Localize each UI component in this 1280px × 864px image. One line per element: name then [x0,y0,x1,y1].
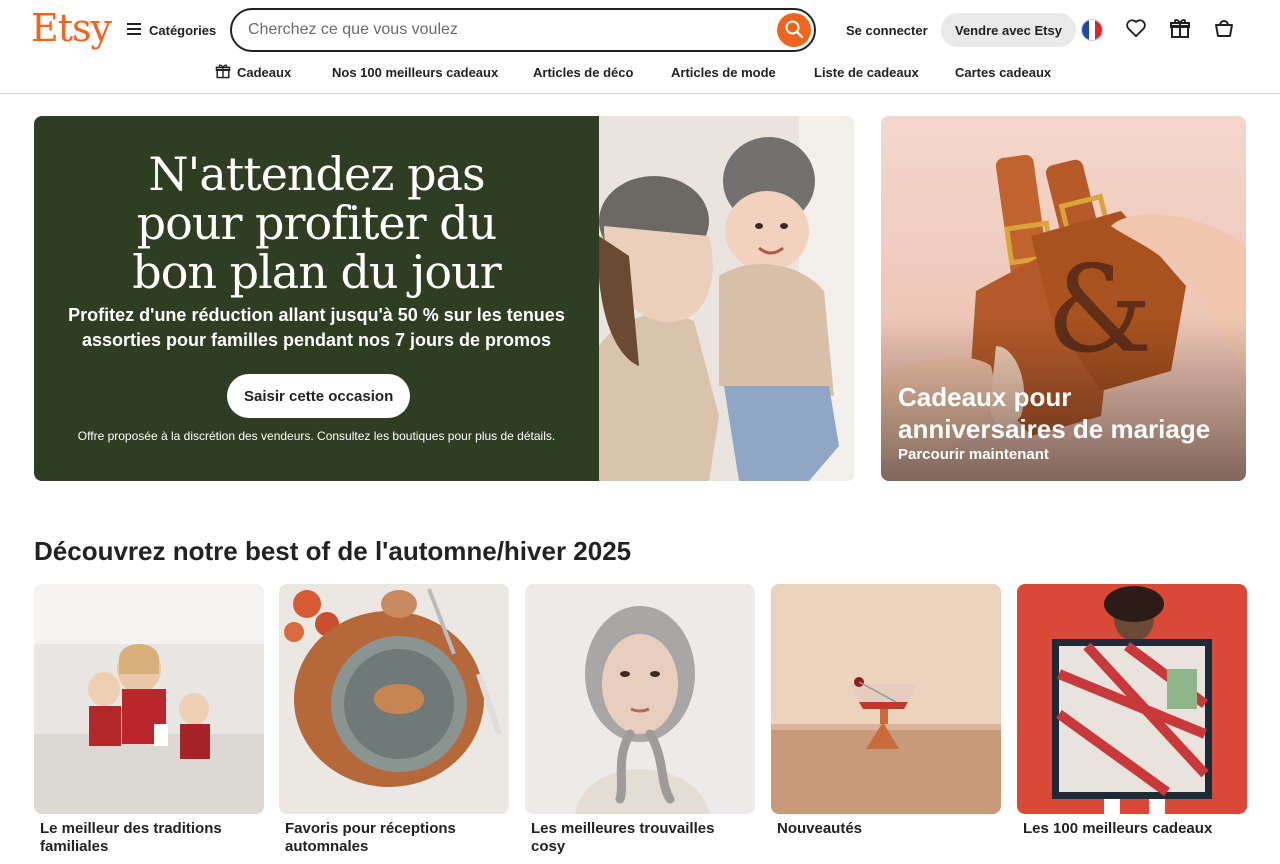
category-card[interactable]: Les 100 meilleurs cadeaux [1017,584,1247,864]
category-card[interactable]: Favoris pour réceptions automnales [279,584,509,864]
categories-button[interactable]: Catégories [126,20,216,40]
subnav-label: Cadeaux [237,64,292,80]
hero-title-line: pour profiter du [136,196,498,250]
subnav-gift-registry[interactable]: Liste de cadeaux [814,62,919,82]
card-label: Favoris pour réceptions automnales [285,820,456,855]
card-image-autumn-table [279,584,509,814]
card-label: Les meilleures trouvailles cosy [531,820,715,855]
card-label: Le meilleur des traditions familiales [40,820,222,855]
section-title: Découvrez notre best of de l'automne/hiv… [34,536,632,566]
search-input[interactable] [248,18,748,42]
sell-button[interactable]: Vendre avec Etsy [941,13,1076,47]
hero-banner[interactable]: N'attendez pas pour profiter du bon plan… [34,116,854,481]
card-image-knit-bonnet [525,584,755,814]
subnav-fashion[interactable]: Articles de mode [671,62,776,82]
hero-photo-mother-child [599,116,854,481]
category-card[interactable]: Les meilleures trouvailles cosy [525,584,755,864]
category-card[interactable]: Nouveautés [771,584,1001,864]
hero-title-line: bon plan du jour [132,245,502,299]
cart-button[interactable] [1210,16,1238,44]
site-header: Etsy Catégories Se connecter Vendre avec… [0,0,1280,94]
card-image-new-arrivals [771,584,1001,814]
subnav-decor[interactable]: Articles de déco [533,62,633,82]
search-bar [230,8,816,52]
card-label: Les 100 meilleurs cadeaux [1023,820,1213,837]
signin-button[interactable]: Se connecter [838,20,936,40]
france-flag-icon [1081,19,1103,41]
gift-icon [1169,17,1191,44]
anniversary-gifts-promo[interactable]: & Cadeaux pour anniversaires de mariage … [881,116,1246,481]
search-button[interactable] [777,13,811,47]
hero-subtitle: Profitez d'une réduction allant jusqu'à … [68,305,565,350]
category-card[interactable]: Le meilleur des traditions familiales [34,584,264,864]
favorites-button[interactable] [1122,16,1150,44]
language-button[interactable] [1078,16,1106,44]
menu-icon [126,22,142,39]
subnav-top-100[interactable]: Nos 100 meilleurs cadeaux [332,62,498,82]
hero-title: N'attendez pas pour profiter du bon plan… [34,150,599,297]
gifts-button[interactable] [1166,16,1194,44]
card-image-family-traditions [34,584,264,814]
promo-browse-link[interactable]: Parcourir maintenant [898,446,1049,463]
subnav-gift-cards[interactable]: Cartes cadeaux [955,62,1051,82]
cart-icon [1213,17,1235,44]
gift-icon [215,63,231,82]
etsy-logo[interactable]: Etsy [31,6,112,50]
categories-label: Catégories [149,22,217,38]
search-icon [784,19,804,42]
subnav-gifts[interactable]: Cadeaux [215,62,291,82]
hero-cta-button[interactable]: Saisir cette occasion [227,374,411,418]
hero-title-line: N'attendez pas [148,147,485,201]
hero-disclaimer: Offre proposée à la discrétion des vende… [77,429,556,443]
promo-title: Cadeaux pour anniversaires de mariage [898,382,1211,444]
heart-icon [1125,18,1147,43]
card-label: Nouveautés [777,820,863,837]
card-image-top-100-gifts [1017,584,1247,814]
